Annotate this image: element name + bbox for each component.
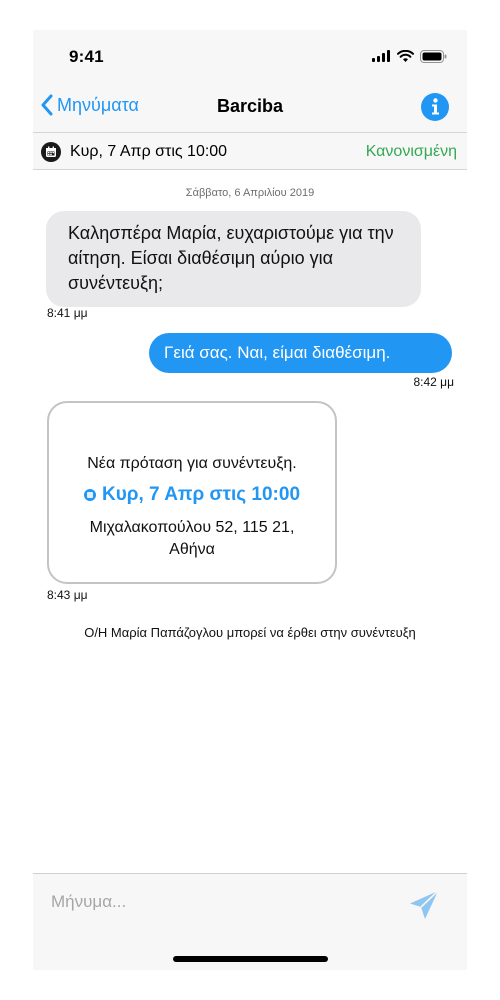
date-header: Σάββατο, 6 Απριλίου 2019 [185, 187, 315, 199]
message-timestamp: 8:43 μμ [47, 588, 88, 602]
incoming-message: Καλησπέρα Μαρία, ευχαριστούμε για την αί… [46, 211, 421, 307]
status-time: 9:41 [69, 47, 104, 66]
send-icon [410, 890, 439, 919]
appointment-status: Κανονισμένη [365, 143, 457, 160]
proposal-date-link[interactable]: Κυρ, 7 Απρ στις 10:00 [49, 484, 335, 506]
appointment-bar[interactable]: Κυρ, 7 Απρ στις 10:00 Κανονισμένη [33, 132, 467, 170]
home-indicator[interactable] [173, 956, 328, 962]
system-indicators [372, 49, 447, 63]
interview-proposal-card[interactable]: Νέα πρόταση για συνέντευξη. Κυρ, 7 Απρ σ… [47, 401, 337, 584]
phone-screen: 9:41 Μηνύματα Barciba Κυρ, 7 Απρ στις 10… [33, 30, 467, 970]
proposal-title: Νέα πρόταση για συνέντευξη. [87, 455, 297, 472]
wifi-icon [397, 50, 414, 62]
conversation-title: Barciba [216, 96, 284, 116]
calendar-icon [83, 489, 96, 501]
battery-icon [420, 49, 447, 63]
message-timestamp: 8:42 μμ [413, 375, 454, 389]
appointment-date: Κυρ, 7 Απρ στις 10:00 [70, 143, 228, 160]
info-icon [432, 98, 439, 115]
compose-bar [33, 873, 467, 970]
calendar-icon [41, 142, 61, 162]
signal-icon [372, 50, 390, 62]
message-input[interactable] [33, 874, 411, 930]
send-button[interactable] [407, 888, 441, 922]
proposal-date: Κυρ, 7 Απρ στις 10:00 [101, 484, 301, 505]
status-bar: 9:41 [33, 30, 467, 82]
navigation-bar: Μηνύματα Barciba [33, 82, 467, 132]
outgoing-message: Γειά σας. Ναι, είμαι διαθέσιμη. [149, 333, 452, 373]
system-note: Ο/Η Μαρία Παπάζογλου μπορεί να έρθει στη… [84, 625, 416, 640]
proposal-address: Μιχαλακοπούλου 52, 115 21, Αθήνα [89, 519, 295, 558]
info-button[interactable] [421, 93, 449, 121]
message-timestamp: 8:41 μμ [47, 306, 88, 320]
